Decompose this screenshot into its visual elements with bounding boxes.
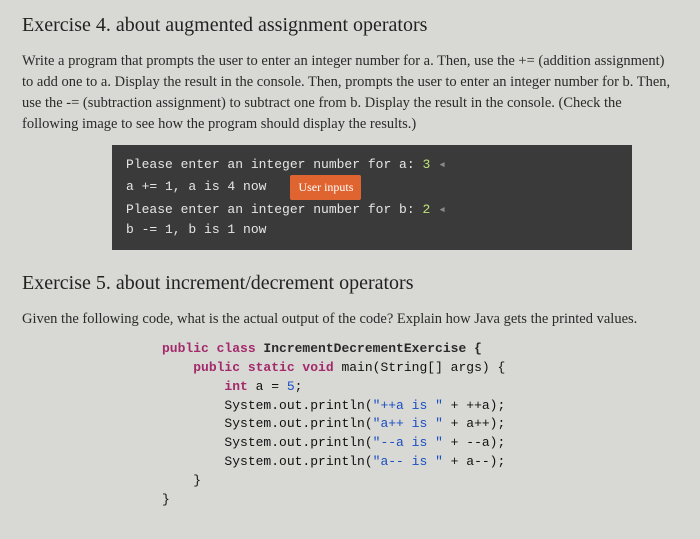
println-1b: + ++a); <box>443 398 505 413</box>
arrow-left-icon: ◂ <box>430 155 446 175</box>
code-block: public class IncrementDecrementExercise … <box>162 340 678 510</box>
println-2a: System.out.println( <box>224 416 372 431</box>
str-4: "a-- is " <box>373 454 443 469</box>
console-line-2: a += 1, a is 4 now User inputs <box>126 175 618 200</box>
console-line-1: Please enter an integer number for a: 3 … <box>126 155 618 175</box>
result-a-text: a += 1, a is 4 now <box>126 177 266 197</box>
exercise-4-body: Write a program that prompts the user to… <box>22 51 678 135</box>
semi-1: ; <box>295 379 303 394</box>
var-decl: a = <box>248 379 287 394</box>
user-inputs-badge: User inputs <box>290 175 361 200</box>
close-brace-1: } <box>193 473 201 488</box>
console-output: Please enter an integer number for a: 3 … <box>112 145 632 250</box>
page: Exercise 4. about augmented assignment o… <box>0 0 700 520</box>
str-1: "++a is " <box>373 398 443 413</box>
prompt-a-text: Please enter an integer number for a: <box>126 155 422 175</box>
println-2b: + a++); <box>443 416 505 431</box>
close-brace-2: } <box>162 492 170 507</box>
console-line-3: Please enter an integer number for b: 2 … <box>126 200 618 220</box>
println-4b: + a--); <box>443 454 505 469</box>
kw-method-sig: public static void <box>193 360 333 375</box>
num-5: 5 <box>287 379 295 394</box>
str-2: "a++ is " <box>373 416 443 431</box>
println-1a: System.out.println( <box>224 398 372 413</box>
result-b-text: b -= 1, b is 1 now <box>126 220 266 240</box>
kw-public-class: public class <box>162 341 256 356</box>
user-input-b: 2 <box>422 200 430 220</box>
exercise-4-heading: Exercise 4. about augmented assignment o… <box>22 14 678 37</box>
console-line-4: b -= 1, b is 1 now <box>126 220 618 240</box>
println-4a: System.out.println( <box>224 454 372 469</box>
user-input-a: 3 <box>422 155 430 175</box>
println-3b: + --a); <box>443 435 505 450</box>
kw-int: int <box>224 379 247 394</box>
arrow-up-icon: ◂ <box>430 200 446 220</box>
exercise-5-body: Given the following code, what is the ac… <box>22 309 678 330</box>
class-name: IncrementDecrementExercise { <box>256 341 482 356</box>
exercise-5-heading: Exercise 5. about increment/decrement op… <box>22 272 678 295</box>
println-3a: System.out.println( <box>224 435 372 450</box>
str-3: "--a is " <box>373 435 443 450</box>
prompt-b-text: Please enter an integer number for b: <box>126 200 422 220</box>
method-name: main(String[] args) { <box>334 360 506 375</box>
